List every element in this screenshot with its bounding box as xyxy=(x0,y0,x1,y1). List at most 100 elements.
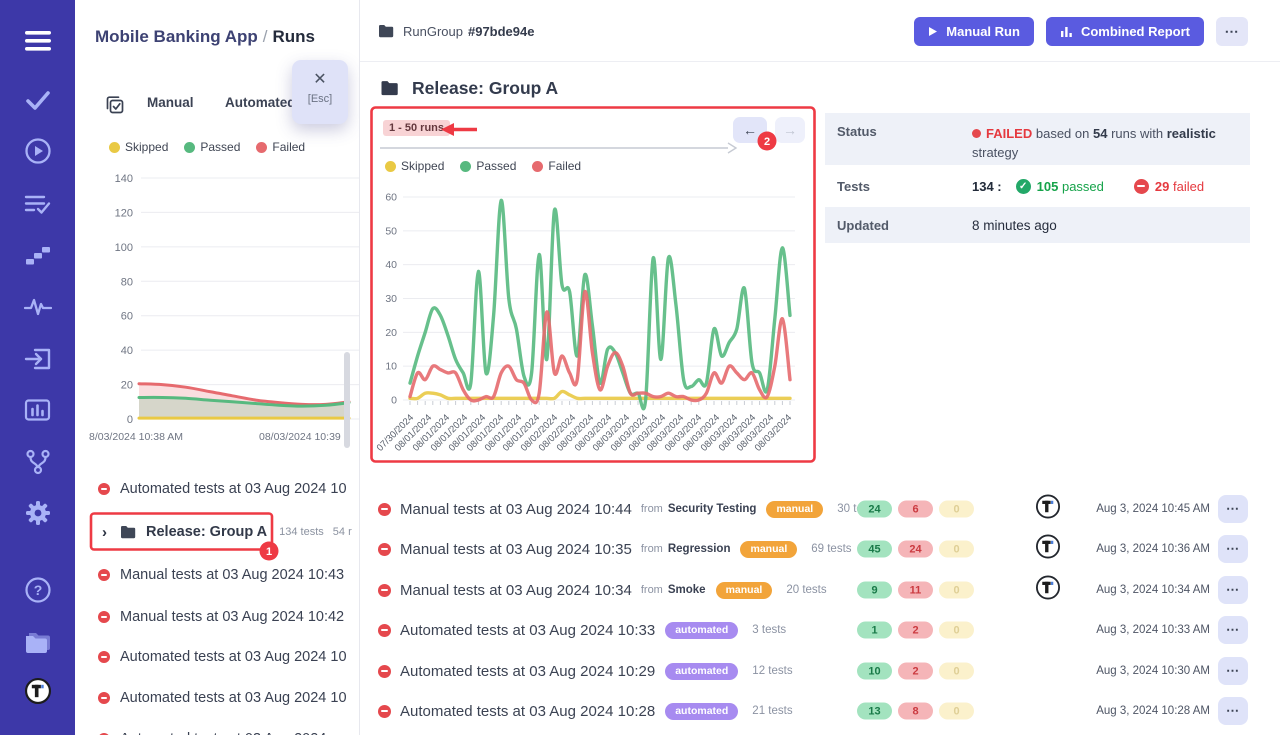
check-circle-icon: ✓ xyxy=(1016,179,1031,194)
close-icon[interactable]: ✕ xyxy=(292,72,348,88)
run-title: Automated tests at 03 Aug 2024 10 xyxy=(120,690,347,706)
user-avatar xyxy=(1035,534,1061,565)
svg-text:40: 40 xyxy=(121,345,133,357)
run-row[interactable]: Automated tests at 03 Aug 2024 10:28 aut… xyxy=(360,691,1280,731)
list-item[interactable]: Automated tests at 03 Aug 2024 10 xyxy=(75,646,360,668)
run-row[interactable]: Automated tests at 03 Aug 2024 10:33 aut… xyxy=(360,610,1280,650)
row-more-button[interactable]: ⋯ xyxy=(1218,495,1248,523)
combined-report-button[interactable]: Combined Report xyxy=(1046,17,1204,46)
documents-folder-icon[interactable] xyxy=(24,628,52,656)
manual-badge: manual xyxy=(766,501,823,518)
list-item[interactable]: Automated tests at 03 Aug 2024 xyxy=(75,728,360,735)
run-title[interactable]: Automated tests at 03 Aug 2024 10:28 xyxy=(400,703,655,720)
next-page-button[interactable]: → xyxy=(775,117,805,143)
prev-page-button[interactable]: ← xyxy=(733,117,767,143)
list-item[interactable]: Manual tests at 03 Aug 2024 10:43 xyxy=(75,564,360,586)
manual-run-button[interactable]: Manual Run xyxy=(914,17,1034,46)
status-label: Status xyxy=(825,124,972,165)
user-avatar xyxy=(1035,494,1061,525)
from-label: from xyxy=(641,584,663,596)
list-item[interactable]: Manual tests at 03 Aug 2024 10:42 xyxy=(75,606,360,628)
result-pills: 1 2 0 xyxy=(857,622,974,639)
status-text: runs with xyxy=(1111,126,1163,141)
row-more-button[interactable]: ⋯ xyxy=(1218,535,1248,563)
run-title: Automated tests at 03 Aug 2024 xyxy=(120,731,326,735)
row-more-button[interactable]: ⋯ xyxy=(1218,657,1248,685)
play-icon xyxy=(928,26,938,37)
list-item[interactable]: Automated tests at 03 Aug 2024 10 xyxy=(75,687,360,709)
runs-timeline-arrow xyxy=(380,140,748,156)
run-title[interactable]: Automated tests at 03 Aug 2024 10:33 xyxy=(400,622,655,639)
test-runs-list-icon[interactable] xyxy=(24,190,52,218)
run-title[interactable]: Automated tests at 03 Aug 2024 10:29 xyxy=(400,663,655,680)
play-circle-icon[interactable] xyxy=(24,137,52,165)
from-label: from xyxy=(641,543,663,555)
status-strategy: realistic xyxy=(1167,126,1216,141)
list-item[interactable]: Automated tests at 03 Aug 2024 10 xyxy=(75,478,360,500)
passed-pill: 13 xyxy=(857,703,892,720)
run-title: Automated tests at 03 Aug 2024 10 xyxy=(120,481,347,497)
svg-text:?: ? xyxy=(33,582,42,598)
combined-report-label: Combined Report xyxy=(1081,24,1190,39)
tests-failed-count: 29 xyxy=(1155,179,1169,194)
sidebar: ? xyxy=(0,0,75,735)
run-timestamp: Aug 3, 2024 10:34 AM xyxy=(1096,584,1210,596)
panel-scrollbar[interactable] xyxy=(344,352,350,448)
legend-passed: Passed xyxy=(476,159,516,173)
list-item-release-group[interactable]: › Release: Group A 134 tests 54 r xyxy=(75,521,360,543)
failed-status-icon xyxy=(98,692,110,704)
result-pills: 24 6 0 xyxy=(857,501,974,518)
run-title[interactable]: Manual tests at 03 Aug 2024 10:34 xyxy=(400,582,632,599)
failed-pill: 2 xyxy=(898,622,933,639)
more-actions-button[interactable]: ⋯ xyxy=(1216,17,1248,46)
steps-icon[interactable] xyxy=(24,241,52,269)
analytics-icon[interactable] xyxy=(24,396,52,424)
rungroup-label: RunGroup xyxy=(403,24,463,39)
passed-pill: 10 xyxy=(857,663,892,680)
import-icon[interactable] xyxy=(24,345,52,373)
failed-status-icon xyxy=(98,483,110,495)
topbar-actions: Manual Run Combined Report ⋯ xyxy=(914,17,1248,46)
passed-pill: 9 xyxy=(857,582,892,599)
tests-count: 21 tests xyxy=(752,705,792,717)
rungroup-id: #97bde94e xyxy=(468,24,535,39)
automated-badge: automated xyxy=(665,703,738,720)
run-timestamp: Aug 3, 2024 10:45 AM xyxy=(1096,503,1210,515)
svg-text:40: 40 xyxy=(385,259,397,271)
row-more-button[interactable]: ⋯ xyxy=(1218,697,1248,725)
tasks-check-icon[interactable] xyxy=(24,86,52,114)
minus-circle-icon xyxy=(1134,179,1149,194)
branches-icon[interactable] xyxy=(24,448,52,476)
settings-gear-icon[interactable] xyxy=(24,499,52,527)
row-more-button[interactable]: ⋯ xyxy=(1218,616,1248,644)
result-pills: 10 2 0 xyxy=(857,663,974,680)
failed-status-icon xyxy=(98,569,110,581)
failed-pill: 8 xyxy=(898,703,933,720)
folder-icon xyxy=(380,80,399,96)
run-title[interactable]: Manual tests at 03 Aug 2024 10:35 xyxy=(400,541,632,558)
pulse-icon[interactable] xyxy=(24,293,52,321)
row-more-button[interactable]: ⋯ xyxy=(1218,576,1248,604)
skipped-pill: 0 xyxy=(939,541,974,558)
testomat-logo-icon[interactable] xyxy=(24,677,52,705)
svg-text:30: 30 xyxy=(385,293,397,305)
svg-text:80: 80 xyxy=(121,276,133,288)
run-title: Manual tests at 03 Aug 2024 10:43 xyxy=(120,567,344,583)
section-title: Release: Group A xyxy=(412,78,558,99)
run-row[interactable]: Automated tests at 03 Aug 2024 10:29 aut… xyxy=(360,651,1280,691)
run-timestamp: Aug 3, 2024 10:36 AM xyxy=(1096,543,1210,555)
svg-text:20: 20 xyxy=(121,380,133,392)
skipped-dot-icon xyxy=(385,161,396,172)
menu-icon[interactable] xyxy=(24,27,52,55)
run-row[interactable]: Manual tests at 03 Aug 2024 10:35 from R… xyxy=(360,529,1280,569)
failed-pill: 6 xyxy=(898,501,933,518)
close-panel-button[interactable]: ✕ [Esc] xyxy=(292,60,348,124)
run-row[interactable]: Manual tests at 03 Aug 2024 10:34 from S… xyxy=(360,570,1280,610)
passed-pill: 1 xyxy=(857,622,892,639)
tests-count: 20 tests xyxy=(786,584,826,596)
help-icon[interactable]: ? xyxy=(24,576,52,604)
esc-hint-label: [Esc] xyxy=(292,93,348,105)
run-row[interactable]: Manual tests at 03 Aug 2024 10:44 from S… xyxy=(360,489,1280,529)
chevron-right-icon[interactable]: › xyxy=(102,524,107,541)
run-title[interactable]: Manual tests at 03 Aug 2024 10:44 xyxy=(400,501,632,518)
